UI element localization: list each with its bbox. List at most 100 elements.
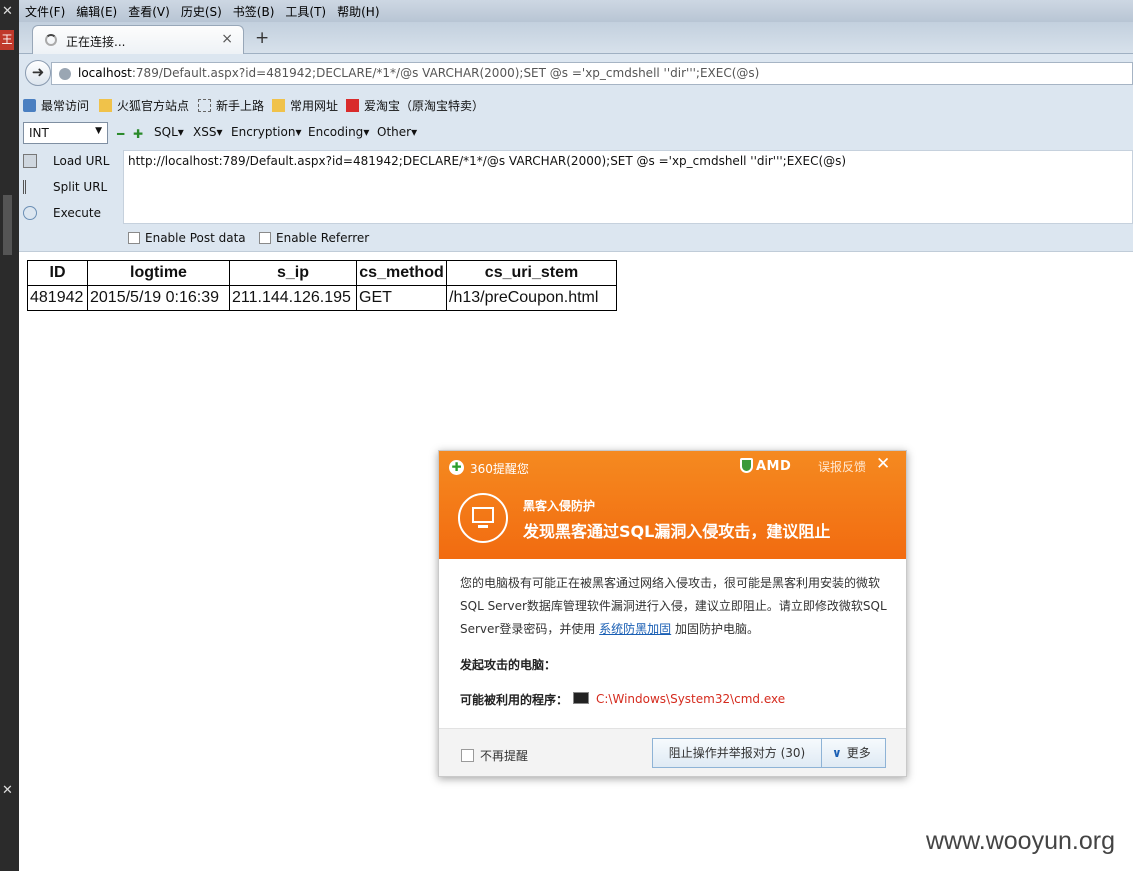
- column-header: cs_uri_stem: [446, 260, 617, 286]
- enable-referrer-label: Enable Referrer: [276, 231, 370, 245]
- scrollbar[interactable]: [3, 195, 12, 255]
- bookmark-firefox-site[interactable]: 火狐官方站点: [99, 97, 189, 114]
- bookmark-label: 最常访问: [41, 99, 90, 113]
- column-header: ID: [27, 260, 88, 286]
- left-taskbar-strip: ✕ 王 ✕: [0, 0, 19, 871]
- back-button[interactable]: ➜: [25, 60, 51, 86]
- chevron-down-icon: ▾: [363, 125, 370, 139]
- close-icon[interactable]: ✕: [2, 783, 13, 798]
- dropdown-arrow-icon: ▼: [95, 126, 102, 136]
- url-bar[interactable]: localhost:789/Default.aspx?id=481942;DEC…: [51, 62, 1133, 85]
- checkbox-icon: [461, 749, 474, 762]
- system-hardening-link[interactable]: 系统防黑加固: [599, 622, 671, 636]
- menu-xss[interactable]: XSS▾: [193, 125, 223, 139]
- menu-label: Other: [377, 125, 412, 139]
- load-url-button[interactable]: Load URL: [23, 154, 109, 168]
- enable-post-label: Enable Post data: [145, 231, 246, 245]
- url-textarea[interactable]: http://localhost:789/Default.aspx?id=481…: [123, 150, 1133, 224]
- menu-view[interactable]: 查看(V): [122, 0, 175, 20]
- menu-bookmarks[interactable]: 书签(B): [227, 0, 280, 20]
- load-url-icon: [23, 154, 37, 168]
- execute-button[interactable]: Execute: [23, 206, 101, 220]
- chevron-down-icon: ▾: [411, 125, 418, 139]
- menu-edit[interactable]: 编辑(E): [70, 0, 122, 20]
- chevron-down-icon: ∨: [832, 746, 842, 760]
- table-header-row: ID logtime s_ip cs_method cs_uri_stem: [27, 260, 617, 286]
- split-url-label: Split URL: [53, 180, 108, 194]
- bookmark-icon: [23, 99, 36, 112]
- url-host: localhost: [78, 66, 132, 80]
- attacker-label: 发起攻击的电脑：: [460, 658, 557, 672]
- bookmark-getting-started[interactable]: 新手上路: [198, 97, 264, 114]
- minus-icon[interactable]: ━: [117, 127, 124, 141]
- execute-label: Execute: [53, 206, 101, 220]
- popup-footer: 不再提醒 阻止操作并举报对方 (30) ∨ 更多: [439, 728, 906, 776]
- new-tab-button[interactable]: +: [255, 28, 269, 48]
- popup-title: 发现黑客通过SQL漏洞入侵攻击，建议阻止: [523, 522, 831, 541]
- menu-encryption[interactable]: Encryption▾: [231, 125, 301, 139]
- type-select[interactable]: INT ▼: [23, 122, 108, 144]
- enable-post-checkbox[interactable]: Enable Post data: [128, 231, 246, 245]
- popup-brand: 360提醒您: [470, 462, 529, 476]
- menu-label: Encryption: [231, 125, 296, 139]
- no-remind-checkbox[interactable]: 不再提醒: [461, 747, 528, 764]
- chevron-down-icon: ▾: [177, 125, 184, 139]
- block-and-report-button[interactable]: 阻止操作并举报对方 (30): [652, 738, 822, 768]
- bookmark-label: 常用网址: [290, 99, 339, 113]
- tab-close-icon[interactable]: ×: [221, 31, 233, 47]
- back-arrow-icon: ➜: [31, 63, 45, 81]
- close-icon[interactable]: ✕: [876, 454, 890, 474]
- folder-icon: [99, 99, 112, 112]
- globe-icon: [59, 68, 71, 80]
- menu-history[interactable]: 历史(S): [175, 0, 227, 20]
- tab-strip: 正在连接... × +: [19, 22, 1133, 54]
- checkbox-icon: [259, 232, 271, 244]
- menu-encoding[interactable]: Encoding▾: [308, 125, 369, 139]
- message-line: 您的电脑极有可能正在被黑客通过网络入侵攻击，很可能是黑客利用安装的微软: [460, 576, 881, 590]
- type-select-value: INT: [29, 126, 49, 140]
- popup-header: ✚ 360提醒您 AMD 误报反馈 ✕ 黑客入侵防护 发现黑客通过SQL漏洞入侵…: [439, 451, 906, 559]
- split-url-button[interactable]: Split URL: [23, 180, 107, 194]
- play-icon: [23, 206, 37, 220]
- menu-file[interactable]: 文件(F): [19, 0, 70, 20]
- chevron-down-icon: ▾: [216, 125, 223, 139]
- more-button[interactable]: ∨ 更多: [821, 738, 886, 768]
- checkbox-icon: [128, 232, 140, 244]
- hackbar-panel: Load URL Split URL Execute http://localh…: [19, 148, 1133, 252]
- column-header: logtime: [87, 260, 230, 286]
- bookmarks-toolbar: 最常访问 火狐官方站点 新手上路 常用网址 爱淘宝（原淘宝特卖）: [19, 92, 1133, 118]
- plus-icon[interactable]: ✚: [133, 127, 143, 141]
- table-row: 481942 2015/5/19 0:16:39 211.144.126.195…: [27, 285, 617, 311]
- bookmark-label: 火狐官方站点: [117, 99, 190, 113]
- tab-label: 正在连接...: [66, 35, 126, 49]
- bookmark-label: 新手上路: [216, 99, 265, 113]
- table-cell: GET: [356, 285, 447, 311]
- amd-label: AMD: [756, 459, 792, 474]
- message-text: Server登录密码，并使用: [460, 622, 600, 636]
- menu-other[interactable]: Other▾: [377, 125, 417, 139]
- close-icon[interactable]: ✕: [2, 4, 13, 19]
- app-badge: 王: [0, 30, 14, 50]
- no-remind-label: 不再提醒: [480, 749, 529, 763]
- page-icon: [198, 99, 211, 112]
- table-cell: 481942: [27, 285, 88, 311]
- message-line: SQL Server数据库管理软件漏洞进行入侵，建议立即阻止。请立即修改微软SQ…: [460, 599, 887, 613]
- menu-sql[interactable]: SQL▾: [154, 125, 184, 139]
- bookmark-common-sites[interactable]: 常用网址: [272, 97, 338, 114]
- tab-current[interactable]: 正在连接... ×: [32, 25, 244, 54]
- program-path: C:\Windows\System32\cmd.exe: [596, 692, 786, 706]
- bookmark-most-visited[interactable]: 最常访问: [23, 97, 89, 114]
- enable-referrer-checkbox[interactable]: Enable Referrer: [259, 231, 369, 245]
- shield-icon: [740, 458, 753, 473]
- column-header: s_ip: [229, 260, 357, 286]
- bookmark-taobao[interactable]: 爱淘宝（原淘宝特卖）: [346, 97, 484, 114]
- taobao-icon: [346, 99, 359, 112]
- menu-tools[interactable]: 工具(T): [279, 0, 331, 20]
- cmd-icon: [573, 692, 589, 704]
- report-false-positive-link[interactable]: 误报反馈: [818, 458, 866, 475]
- popup-message: 您的电脑极有可能正在被黑客通过网络入侵攻击，很可能是黑客利用安装的微软 SQL …: [460, 572, 890, 641]
- menu-label: Encoding: [308, 125, 364, 139]
- folder-icon: [272, 99, 285, 112]
- menu-help[interactable]: 帮助(H): [331, 0, 384, 20]
- menu-label: SQL: [154, 125, 178, 139]
